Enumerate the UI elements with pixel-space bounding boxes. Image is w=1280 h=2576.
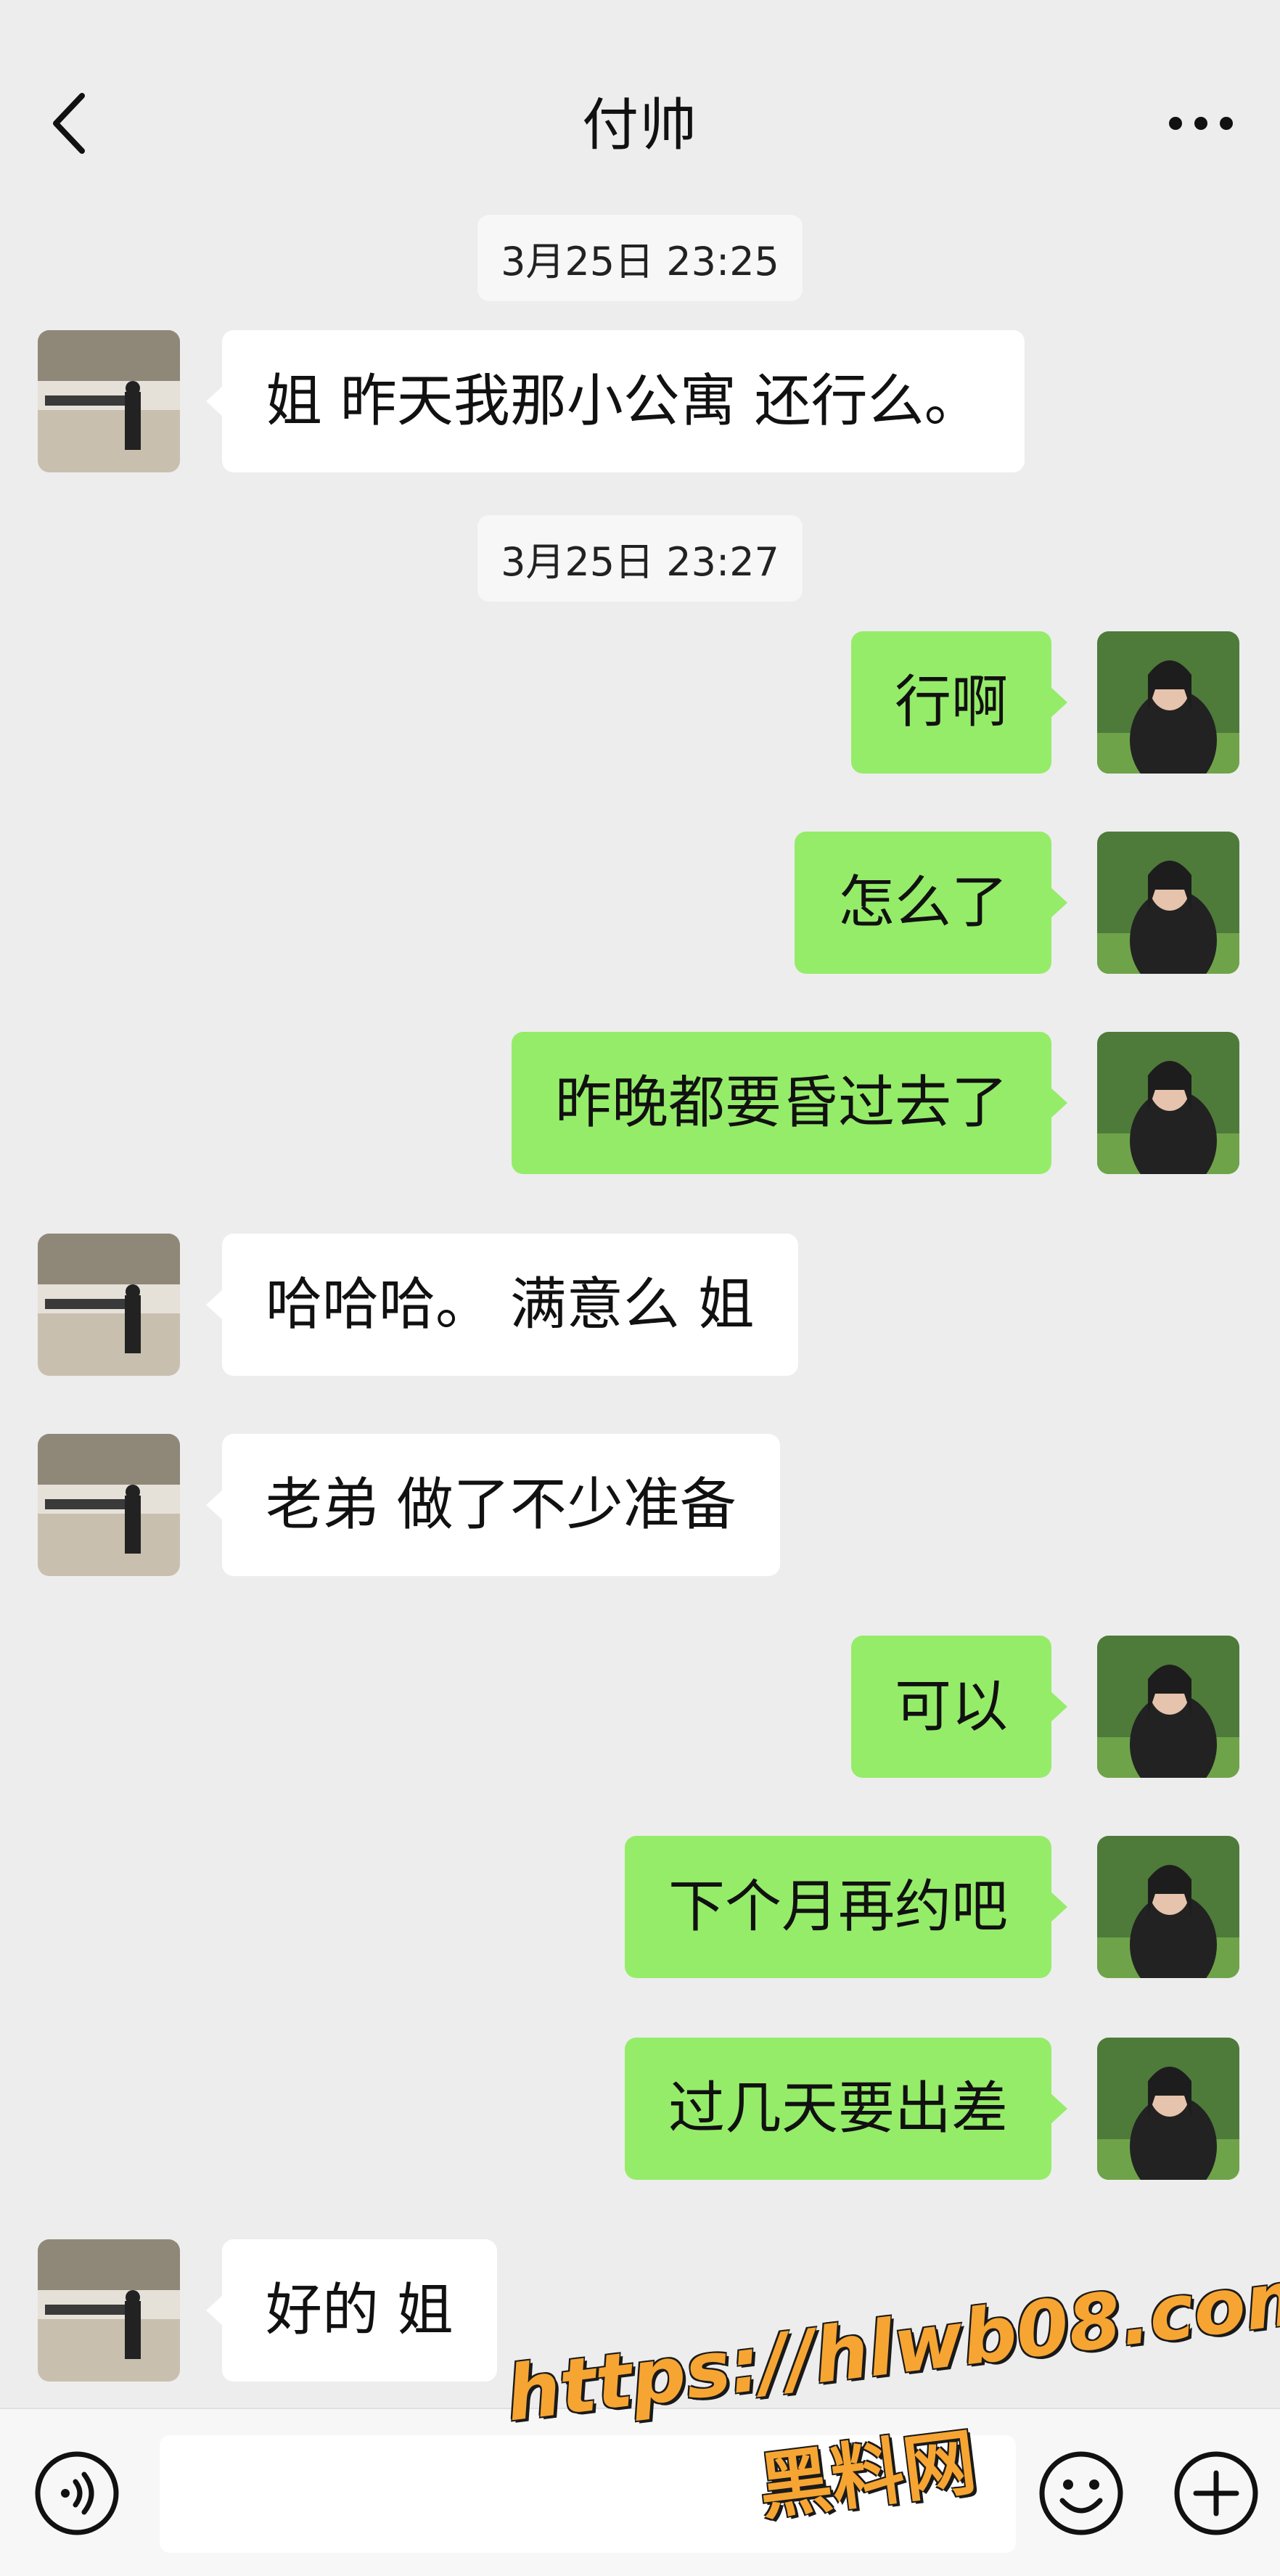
- plus-icon: [1174, 2451, 1258, 2535]
- message-bubble-outgoing[interactable]: 可以: [850, 1636, 1068, 1778]
- avatar: [1097, 1032, 1239, 1174]
- avatar: [38, 1434, 180, 1576]
- emoji-icon: [1039, 2451, 1123, 2535]
- emoji-button[interactable]: [1036, 2448, 1126, 2538]
- message-bubble-incoming[interactable]: 老弟 做了不少准备: [206, 1434, 780, 1576]
- avatar: [1097, 1836, 1239, 1978]
- contact-avatar[interactable]: [38, 2239, 180, 2382]
- message-bubble-incoming[interactable]: 好的 姐: [206, 2239, 497, 2382]
- message-bubble-outgoing[interactable]: 怎么了: [794, 832, 1068, 974]
- voice-icon: [35, 2451, 119, 2535]
- message-input[interactable]: [160, 2435, 1016, 2553]
- more-button[interactable]: [1161, 102, 1241, 145]
- chat-header: 付帅: [0, 0, 1280, 210]
- message-bubble-outgoing[interactable]: 过几天要出差: [624, 2038, 1068, 2180]
- avatar: [1097, 832, 1239, 974]
- self-avatar[interactable]: [1097, 832, 1239, 974]
- message-bubble-outgoing[interactable]: 行啊: [850, 631, 1068, 774]
- avatar: [38, 1234, 180, 1376]
- input-bar: [0, 2408, 1280, 2576]
- avatar: [1097, 1636, 1239, 1778]
- message-bubble-incoming[interactable]: 姐 昨天我那小公寓 还行么。: [206, 330, 1025, 472]
- timestamp-text: 3月25日 23:25: [477, 215, 803, 301]
- message-bubble-outgoing[interactable]: 昨晚都要昏过去了: [511, 1032, 1068, 1174]
- contact-avatar[interactable]: [38, 1434, 180, 1576]
- self-avatar[interactable]: [1097, 1032, 1239, 1174]
- contact-avatar[interactable]: [38, 1234, 180, 1376]
- timestamp-text: 3月25日 23:27: [477, 515, 803, 602]
- plus-button[interactable]: [1171, 2448, 1261, 2538]
- self-avatar[interactable]: [1097, 2038, 1239, 2180]
- avatar: [38, 330, 180, 472]
- contact-avatar[interactable]: [38, 330, 180, 472]
- voice-button[interactable]: [32, 2448, 122, 2538]
- chat-title: 付帅: [581, 93, 698, 158]
- avatar: [38, 2239, 180, 2382]
- message-bubble-outgoing[interactable]: 下个月再约吧: [624, 1836, 1068, 1978]
- avatar: [1097, 631, 1239, 774]
- avatar: [1097, 2038, 1239, 2180]
- self-avatar[interactable]: [1097, 631, 1239, 774]
- self-avatar[interactable]: [1097, 1836, 1239, 1978]
- timestamp: 3月25日 23:27: [0, 515, 1280, 602]
- more-dots-icon: [1169, 117, 1233, 130]
- message-bubble-incoming[interactable]: 哈哈哈。 满意么 姐: [206, 1234, 798, 1376]
- self-avatar[interactable]: [1097, 1636, 1239, 1778]
- timestamp: 3月25日 23:25: [0, 215, 1280, 301]
